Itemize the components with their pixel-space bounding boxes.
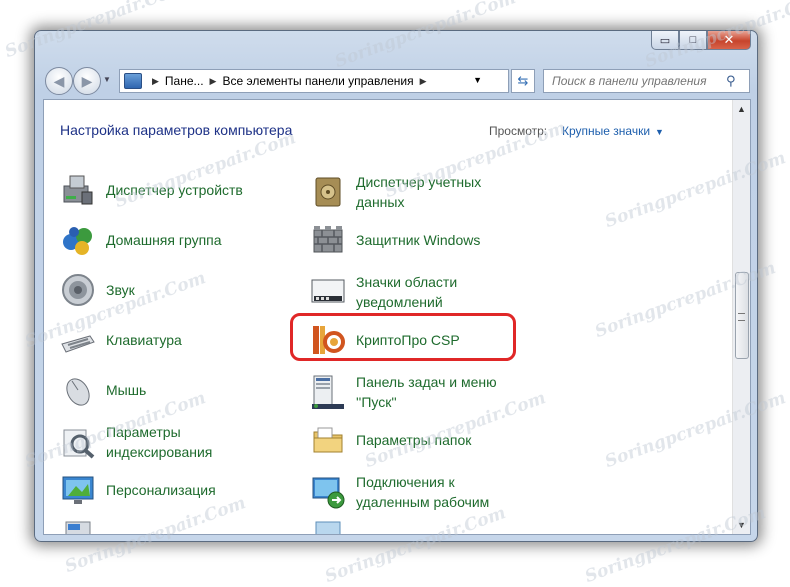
grip-icon (738, 313, 745, 321)
item-label: Параметры индексирования (106, 424, 213, 460)
item-homegroup[interactable]: Домашняя группа (60, 222, 276, 258)
item-label: Мышь (106, 382, 147, 398)
item-windows-defender[interactable]: Защитник Windows (310, 222, 526, 258)
search-input[interactable] (550, 73, 726, 89)
keyboard-icon (60, 322, 96, 358)
speaker-icon (60, 272, 96, 308)
search-icon[interactable]: ⚲ (726, 73, 736, 89)
item-label: Значки области уведомлений (356, 274, 458, 310)
item-personalization[interactable]: Персонализация (60, 472, 276, 508)
taskbar-icon (310, 374, 346, 410)
content-pane: Настройка параметров компьютера Просмотр… (43, 99, 751, 535)
refresh-icon: ⇆ (517, 73, 529, 88)
item-folder-options[interactable]: Параметры папок (310, 422, 526, 458)
cryptopro-highlight-frame (290, 313, 516, 361)
item-label: Звук (106, 282, 135, 298)
item-label: Клавиатура (106, 332, 182, 348)
item-taskbar-start-menu[interactable]: Панель задач и меню ''Пуск'' (310, 372, 526, 412)
control-panel-icon (124, 73, 142, 89)
item-partial[interactable] (310, 518, 356, 534)
search-box: ⚲ (543, 69, 750, 93)
view-mode-value: Крупные значки (562, 124, 651, 138)
nav-buttons: ◀ ▶ ▼ (43, 65, 121, 97)
scroll-down-icon[interactable]: ▼ (737, 520, 746, 530)
personalization-icon (60, 472, 96, 508)
maximize-button[interactable]: □ (679, 31, 707, 50)
view-label: Просмотр: (489, 124, 548, 138)
page-title: Настройка параметров компьютера (60, 122, 293, 138)
close-button[interactable]: ✕ (707, 31, 751, 50)
folder-options-icon (310, 422, 346, 458)
navigation-bar: ◀ ▶ ▼ ▶ Пане... ▶ Все элементы панели уп… (43, 65, 750, 97)
back-arrow-icon: ◀ (53, 72, 65, 89)
address-bar[interactable]: ▶ Пане... ▶ Все элементы панели управлен… (119, 69, 509, 93)
chevron-down-icon: ▼ (655, 127, 664, 137)
item-label: Подключения к удаленным рабочим (356, 474, 490, 510)
device-manager-icon (60, 172, 96, 208)
program-icon (310, 518, 346, 534)
breadcrumb-separator-icon[interactable]: ▶ (210, 76, 217, 87)
scroll-up-icon[interactable]: ▲ (737, 104, 746, 114)
item-indexing-options[interactable]: Параметры индексирования (60, 422, 276, 462)
item-keyboard[interactable]: Клавиатура (60, 322, 276, 358)
item-label: Диспетчер устройств (106, 182, 243, 198)
item-label: Защитник Windows (356, 232, 481, 248)
breadcrumb-item[interactable]: Пане... (165, 74, 204, 88)
window-controls: ▭ □ ✕ (651, 31, 751, 50)
address-dropdown-icon[interactable]: ▼ (473, 75, 482, 85)
breadcrumb-item[interactable]: Все элементы панели управления (222, 74, 413, 88)
view-mode-dropdown[interactable]: Крупные значки ▼ (562, 124, 664, 138)
item-partial[interactable] (60, 518, 106, 534)
credential-vault-icon (310, 174, 346, 210)
remote-connections-icon (310, 474, 346, 510)
scrollbar-thumb[interactable] (735, 272, 749, 359)
defender-wall-icon (310, 222, 346, 258)
back-button[interactable]: ◀ (45, 67, 73, 95)
forward-button[interactable]: ▶ (73, 67, 101, 95)
item-remote-connections[interactable]: Подключения к удаленным рабочим (310, 472, 526, 512)
minimize-button[interactable]: ▭ (651, 31, 679, 50)
program-icon (60, 518, 96, 534)
item-label: Диспетчер учетных данных (356, 174, 482, 210)
item-credential-manager[interactable]: Диспетчер учетных данных (310, 172, 526, 212)
item-label: Панель задач и меню ''Пуск'' (356, 374, 497, 410)
forward-arrow-icon: ▶ (81, 72, 93, 89)
recent-pages-dropdown[interactable]: ▼ (103, 75, 111, 84)
item-label: Персонализация (106, 482, 216, 498)
item-label: Домашняя группа (106, 232, 222, 248)
notification-area-icon (310, 274, 346, 310)
vertical-scrollbar[interactable]: ▲ ▼ (732, 100, 750, 534)
item-notification-icons[interactable]: Значки области уведомлений (310, 272, 526, 312)
indexing-icon (60, 424, 96, 460)
item-sound[interactable]: Звук (60, 272, 276, 308)
item-device-manager[interactable]: Диспетчер устройств (60, 172, 276, 208)
item-label: Параметры папок (356, 432, 472, 448)
breadcrumb-separator-icon[interactable]: ▶ (420, 76, 427, 87)
homegroup-icon (60, 222, 96, 258)
control-panel-window: ▭ □ ✕ ◀ ▶ ▼ ▶ Пане... ▶ Все элементы пан… (34, 30, 758, 542)
mouse-icon (60, 372, 96, 408)
refresh-button[interactable]: ⇆ (511, 69, 535, 93)
item-mouse[interactable]: Мышь (60, 372, 276, 408)
breadcrumb-separator-icon[interactable]: ▶ (152, 76, 159, 87)
